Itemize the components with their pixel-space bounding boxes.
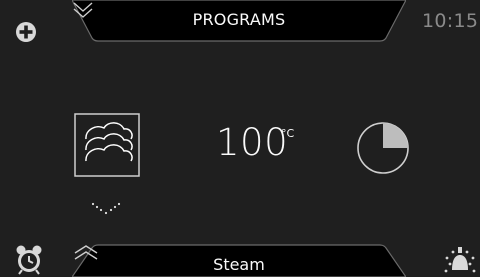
temperature-unit: °C	[281, 127, 295, 140]
chevron-double-down-icon[interactable]	[72, 0, 94, 20]
programs-title: PROGRAMS	[192, 10, 286, 29]
clock-display: 10:15	[422, 10, 479, 32]
mode-dropdown-toggle[interactable]	[90, 200, 122, 218]
timer-button[interactable]	[354, 119, 412, 177]
pie-timer-icon	[357, 122, 409, 174]
steam-clouds-icon	[74, 113, 140, 177]
oven-control-screen: PROGRAMS 10:15 100 °C Steam	[0, 0, 480, 277]
chevron-double-up-icon[interactable]	[72, 244, 100, 262]
mode-selector-button[interactable]	[74, 113, 140, 177]
mode-label: Steam	[213, 255, 265, 274]
mode-tab[interactable]: Steam	[72, 244, 406, 277]
add-program-button[interactable]	[14, 20, 38, 44]
programs-tab[interactable]: PROGRAMS	[72, 0, 406, 42]
light-bulb-icon	[444, 247, 476, 273]
timer-progress-wedge	[383, 123, 408, 148]
alarm-button[interactable]	[14, 243, 44, 275]
light-button[interactable]	[442, 244, 478, 277]
plus-circle-icon	[16, 22, 36, 42]
alarm-clock-icon	[16, 245, 42, 275]
temperature-value[interactable]: 100	[216, 124, 288, 161]
chevron-down-dotted-icon	[91, 202, 121, 215]
